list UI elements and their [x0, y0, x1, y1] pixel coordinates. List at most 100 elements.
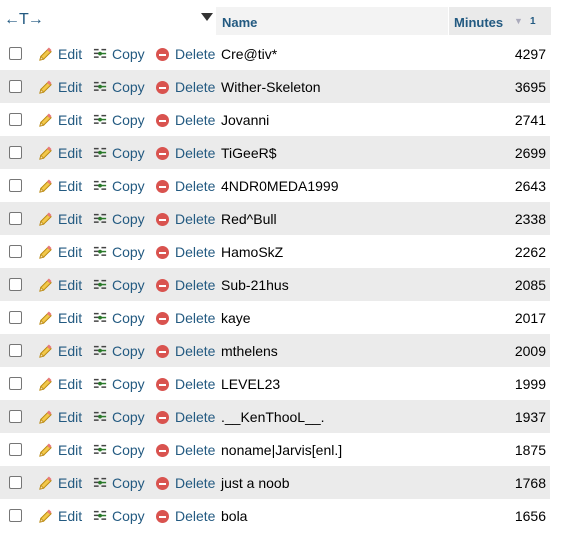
- delete-label: Delete: [175, 310, 216, 326]
- delete-icon: [156, 279, 169, 292]
- pencil-icon: [38, 443, 53, 458]
- delete-icon: [156, 477, 169, 490]
- delete-icon: [156, 180, 169, 193]
- minutes-cell: 1768: [514, 475, 546, 491]
- minutes-cell: 2017: [514, 310, 546, 326]
- player-name-cell: Jovanni: [221, 112, 270, 128]
- pencil-icon: [38, 278, 53, 293]
- copy-icon: [93, 377, 108, 392]
- delete-label: Delete: [175, 244, 216, 260]
- delete-icon: [156, 246, 169, 259]
- pencil-icon: [38, 410, 53, 425]
- table-row: Edit Copy Delete .__KenThooL__. 1937: [0, 400, 550, 433]
- delete-icon: [156, 510, 169, 523]
- delete-label: Delete: [175, 211, 216, 227]
- delete-label: Delete: [175, 508, 216, 524]
- minutes-sort-link[interactable]: Minutes: [454, 15, 503, 30]
- copy-label: Copy: [112, 244, 145, 260]
- row-checkbox[interactable]: [9, 443, 22, 456]
- edit-label: Edit: [58, 343, 83, 359]
- copy-icon: [93, 146, 108, 161]
- delete-label: Delete: [175, 343, 216, 359]
- player-name-cell: noname|Jarvis[enl.]: [221, 442, 343, 458]
- row-checkbox[interactable]: [9, 410, 22, 423]
- name-sort-link[interactable]: Name: [222, 15, 257, 30]
- row-checkbox[interactable]: [9, 278, 22, 291]
- copy-label: Copy: [112, 442, 145, 458]
- minutes-cell: 2699: [514, 145, 546, 161]
- sort-order-number: 1: [530, 16, 536, 27]
- sort-desc-icon[interactable]: ▼: [514, 16, 523, 26]
- name-column-header[interactable]: Name: [215, 7, 448, 35]
- row-checkbox[interactable]: [9, 179, 22, 192]
- delete-label: Delete: [175, 145, 216, 161]
- edit-label: Edit: [58, 508, 83, 524]
- pencil-icon: [38, 509, 53, 524]
- row-checkbox[interactable]: [9, 476, 22, 489]
- row-checkbox[interactable]: [9, 311, 22, 324]
- copy-icon: [93, 47, 108, 62]
- player-name-cell: Wither-Skeleton: [221, 79, 321, 95]
- minutes-cell: 2338: [514, 211, 546, 227]
- edit-label: Edit: [58, 145, 83, 161]
- table-row: Edit Copy Delete 4NDR0MEDA1999 2643: [0, 169, 550, 202]
- row-checkbox[interactable]: [9, 146, 22, 159]
- row-checkbox[interactable]: [9, 113, 22, 126]
- delete-icon: [156, 147, 169, 160]
- player-name-cell: .__KenThooL__.: [221, 409, 325, 425]
- minutes-cell: 4297: [514, 46, 546, 62]
- minutes-cell: 1999: [514, 376, 546, 392]
- row-checkbox[interactable]: [9, 377, 22, 390]
- row-checkbox[interactable]: [9, 212, 22, 225]
- delete-icon: [156, 312, 169, 325]
- minutes-column-header[interactable]: Minutes ▼ 1: [448, 7, 551, 35]
- edit-label: Edit: [58, 475, 83, 491]
- row-checkbox[interactable]: [9, 80, 22, 93]
- copy-label: Copy: [112, 376, 145, 392]
- table-row: Edit Copy Delete bola 1656: [0, 499, 550, 532]
- copy-icon: [93, 212, 108, 227]
- delete-icon: [156, 114, 169, 127]
- table-row: Edit Copy Delete kaye 2017: [0, 301, 550, 334]
- column-controls: ←T→: [0, 7, 215, 35]
- delete-icon: [156, 81, 169, 94]
- player-name-cell: Cre@tiv*: [221, 46, 278, 62]
- dropdown-triangle-icon[interactable]: [201, 13, 213, 21]
- delete-label: Delete: [175, 178, 216, 194]
- table-row: Edit Copy Delete noname|Jarvis[enl.] 1875: [0, 433, 550, 466]
- player-name-cell: LEVEL23: [221, 376, 281, 392]
- pencil-icon: [38, 476, 53, 491]
- copy-label: Copy: [112, 409, 145, 425]
- copy-icon: [93, 113, 108, 128]
- table-row: Edit Copy Delete TiGeeR$ 2699: [0, 136, 550, 169]
- column-arrows-icon[interactable]: ←T→: [4, 11, 44, 29]
- copy-icon: [93, 476, 108, 491]
- delete-icon: [156, 213, 169, 226]
- copy-icon: [93, 179, 108, 194]
- copy-icon: [93, 245, 108, 260]
- minutes-cell: 2643: [514, 178, 546, 194]
- table-body: Edit Copy Delete Cre@tiv* 4297 Edit Copy Delete…: [0, 37, 550, 532]
- copy-label: Copy: [112, 46, 145, 62]
- copy-label: Copy: [112, 277, 145, 293]
- delete-label: Delete: [175, 112, 216, 128]
- edit-label: Edit: [58, 211, 83, 227]
- copy-icon: [93, 278, 108, 293]
- table-row: Edit Copy Delete HamoSkZ 2262: [0, 235, 550, 268]
- table-row: Edit Copy Delete Red^Bull 2338: [0, 202, 550, 235]
- row-checkbox[interactable]: [9, 245, 22, 258]
- player-name-cell: mthelens: [221, 343, 278, 359]
- player-name-cell: Red^Bull: [221, 211, 277, 227]
- row-checkbox[interactable]: [9, 509, 22, 522]
- copy-icon: [93, 410, 108, 425]
- delete-icon: [156, 411, 169, 424]
- table-row: Edit Copy Delete Sub-21hus 2085: [0, 268, 550, 301]
- row-checkbox[interactable]: [9, 344, 22, 357]
- edit-label: Edit: [58, 409, 83, 425]
- row-checkbox[interactable]: [9, 47, 22, 60]
- edit-label: Edit: [58, 442, 83, 458]
- delete-label: Delete: [175, 376, 216, 392]
- table-row: Edit Copy Delete Wither-Skeleton 3695: [0, 70, 550, 103]
- minutes-cell: 2085: [514, 277, 546, 293]
- delete-icon: [156, 48, 169, 61]
